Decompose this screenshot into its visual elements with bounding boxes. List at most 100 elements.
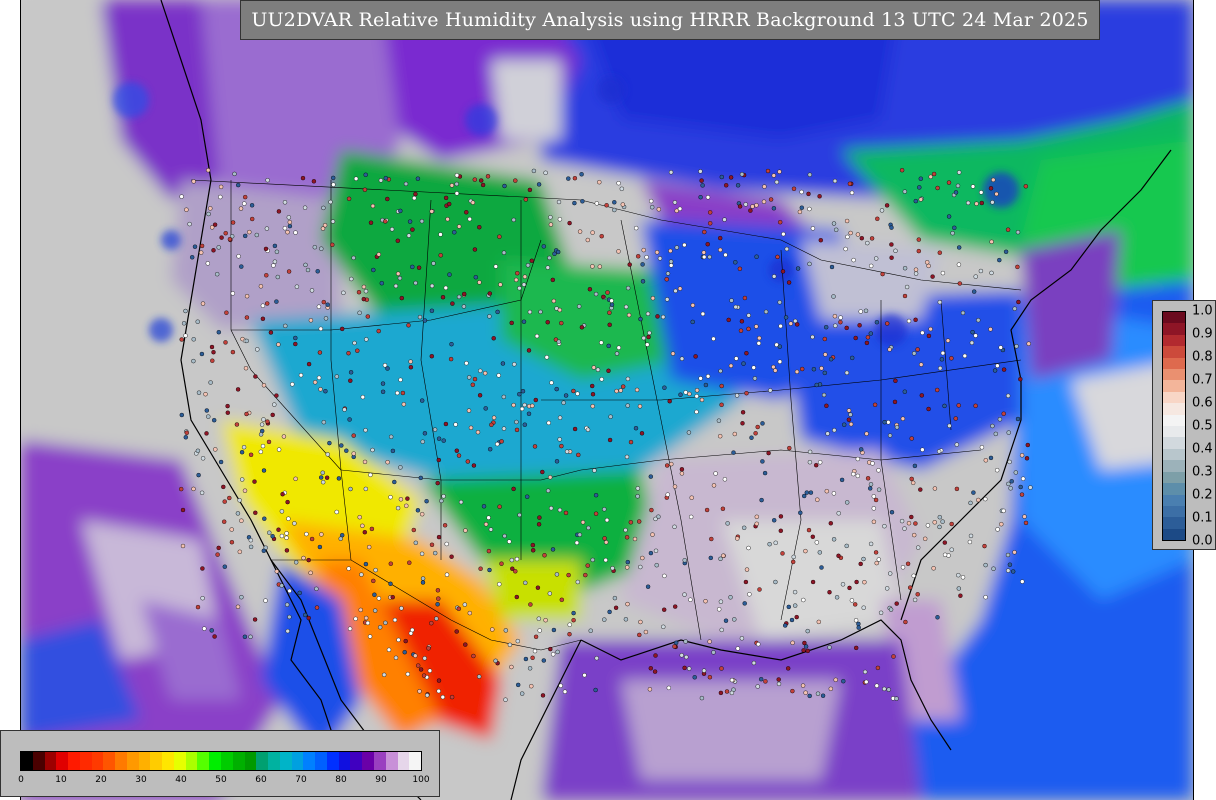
station-marker xyxy=(420,439,425,444)
station-marker xyxy=(920,447,925,452)
station-marker xyxy=(276,447,282,452)
station-marker xyxy=(572,426,578,432)
station-marker xyxy=(363,172,368,178)
station-marker xyxy=(940,270,946,276)
station-marker xyxy=(183,435,189,440)
station-marker xyxy=(646,334,651,340)
station-marker xyxy=(388,561,393,566)
station-marker xyxy=(248,452,254,457)
station-marker xyxy=(230,291,236,296)
station-marker xyxy=(930,274,935,279)
station-marker xyxy=(654,563,659,568)
station-marker xyxy=(946,180,952,185)
station-marker xyxy=(708,210,713,215)
station-marker xyxy=(833,323,838,328)
station-marker xyxy=(315,269,320,274)
station-marker xyxy=(454,629,459,634)
station-marker xyxy=(443,195,449,201)
station-marker xyxy=(340,326,345,332)
station-marker xyxy=(514,556,520,562)
station-marker xyxy=(704,507,710,513)
station-marker xyxy=(845,500,850,505)
station-marker xyxy=(373,608,378,613)
station-marker xyxy=(874,560,879,566)
station-marker xyxy=(821,392,827,398)
station-marker xyxy=(605,290,610,295)
station-marker xyxy=(679,653,684,658)
station-marker xyxy=(371,578,376,584)
station-marker xyxy=(831,294,836,299)
station-marker xyxy=(593,291,599,297)
station-marker xyxy=(807,261,812,267)
station-marker xyxy=(718,690,724,696)
station-marker xyxy=(463,642,468,647)
station-marker xyxy=(780,269,786,274)
station-marker xyxy=(399,606,404,611)
station-marker xyxy=(627,262,632,267)
station-marker xyxy=(585,237,590,243)
station-marker xyxy=(243,366,249,371)
station-marker xyxy=(559,597,564,602)
station-marker xyxy=(995,468,1000,473)
station-marker xyxy=(429,354,434,359)
station-marker xyxy=(367,544,372,550)
station-marker xyxy=(925,260,930,265)
station-marker xyxy=(806,527,812,533)
station-marker xyxy=(603,557,608,563)
station-marker xyxy=(548,222,554,227)
station-marker xyxy=(258,449,264,454)
station-marker xyxy=(196,390,202,395)
station-marker xyxy=(824,325,829,330)
station-marker xyxy=(786,280,792,285)
station-marker xyxy=(195,604,201,610)
station-marker xyxy=(433,550,438,556)
station-marker xyxy=(515,271,520,276)
station-marker xyxy=(668,170,674,175)
station-marker xyxy=(732,431,737,437)
increment-colorbar-swatch xyxy=(1163,517,1185,529)
station-marker xyxy=(274,249,280,255)
station-marker xyxy=(575,391,580,396)
rh-colorbar-swatch xyxy=(44,752,57,770)
station-marker xyxy=(824,489,829,494)
station-marker xyxy=(938,366,943,371)
station-marker xyxy=(249,203,255,208)
station-marker xyxy=(318,387,323,392)
station-marker xyxy=(834,227,839,233)
station-marker xyxy=(931,566,936,571)
station-marker xyxy=(567,632,572,637)
station-marker xyxy=(794,614,799,620)
station-marker xyxy=(606,368,611,373)
rh-colorbar-swatch xyxy=(162,752,174,770)
station-marker xyxy=(230,220,236,225)
station-marker xyxy=(522,402,527,408)
station-marker xyxy=(717,607,722,612)
station-marker xyxy=(413,540,418,545)
station-marker xyxy=(853,618,859,623)
station-marker xyxy=(606,343,611,349)
rh-tick-label: 10 xyxy=(55,775,67,785)
station-marker xyxy=(516,682,521,688)
station-marker xyxy=(244,338,249,344)
station-marker xyxy=(530,542,536,548)
station-marker xyxy=(555,649,560,655)
station-marker xyxy=(956,403,961,408)
station-marker xyxy=(552,251,557,257)
station-marker xyxy=(178,486,184,492)
station-marker xyxy=(530,655,535,660)
station-marker xyxy=(988,186,994,191)
station-marker xyxy=(252,617,258,622)
station-marker xyxy=(526,411,532,416)
station-marker xyxy=(865,335,871,340)
station-marker xyxy=(645,584,651,589)
station-marker xyxy=(777,344,782,349)
station-marker xyxy=(773,579,778,585)
station-marker xyxy=(410,227,415,232)
station-marker xyxy=(415,176,421,181)
station-marker xyxy=(586,525,591,531)
station-marker xyxy=(753,431,758,436)
station-marker xyxy=(497,234,502,239)
station-marker xyxy=(742,601,747,606)
station-marker xyxy=(579,325,585,330)
station-marker xyxy=(514,277,519,283)
